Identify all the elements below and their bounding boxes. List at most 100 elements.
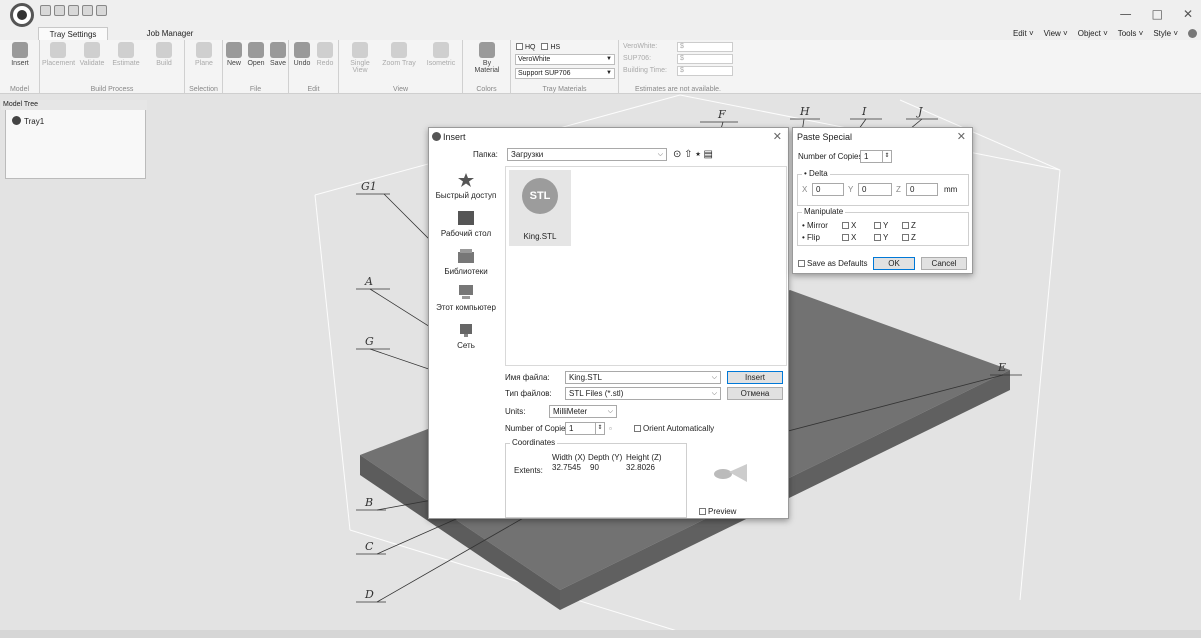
hs-checkbox[interactable] <box>541 43 549 50</box>
orient-label: Orient Automatically <box>643 424 715 433</box>
close-icon[interactable]: ✕ <box>773 130 782 143</box>
tab-tray-settings[interactable]: Tray Settings <box>38 27 108 40</box>
flip-label: Flip <box>807 233 820 242</box>
axis-label: Y <box>883 221 889 230</box>
build-icon <box>156 42 172 58</box>
stepper-arrows-icon[interactable]: ⇕ <box>882 151 891 162</box>
place-libraries[interactable]: Библиотеки <box>431 248 501 276</box>
mirror-label: Mirror <box>807 221 828 230</box>
tab-job-manager[interactable]: Job Manager <box>140 27 200 40</box>
save-defaults-checkbox[interactable] <box>798 260 805 267</box>
qat-tool-icon[interactable] <box>40 5 51 16</box>
paste-special-dialog: Paste Special ✕ Number of Copies 1 ⇕ • De… <box>792 127 973 274</box>
maximize-button[interactable]: □ <box>1152 7 1163 21</box>
delta-x-input[interactable]: 0 <box>812 183 844 196</box>
mirror-y-option[interactable]: Y <box>874 221 888 230</box>
flip-x-checkbox[interactable] <box>842 234 849 241</box>
mirror-z-checkbox[interactable] <box>902 222 909 229</box>
mirror-option[interactable]: • Mirror <box>802 221 828 230</box>
chevron-down-icon: ▼ <box>606 70 612 76</box>
place-network[interactable]: Сеть <box>431 322 501 350</box>
menu-edit[interactable]: Edit ˅ <box>1013 27 1034 40</box>
support-material-select[interactable]: Support SUP706 ▼ <box>515 68 615 79</box>
menu-tools[interactable]: Tools ˅ <box>1118 27 1144 40</box>
save-button[interactable]: Save <box>267 42 289 67</box>
close-icon[interactable]: ✕ <box>957 130 966 143</box>
insert-confirm-button[interactable]: Insert <box>727 371 783 384</box>
menu-view[interactable]: View ˅ <box>1044 27 1068 40</box>
flip-y-option[interactable]: Y <box>874 233 888 242</box>
delta-z-input[interactable]: 0 <box>906 183 938 196</box>
redo-button[interactable]: Redo <box>314 42 336 67</box>
delta-y-input[interactable]: 0 <box>858 183 892 196</box>
ribbon-group-label: Estimates are not available. <box>635 86 721 93</box>
flip-z-option[interactable]: Z <box>902 233 916 242</box>
preview-checkbox[interactable] <box>699 508 706 515</box>
mirror-y-checkbox[interactable] <box>874 222 881 229</box>
tree-item-tray[interactable]: Tray1 <box>12 116 44 126</box>
plane-button[interactable]: Plane <box>188 42 220 67</box>
filename-value: King.STL <box>569 373 602 382</box>
open-button[interactable]: Open <box>245 42 267 67</box>
place-this-pc[interactable]: Этот компьютер <box>431 284 501 312</box>
flip-y-checkbox[interactable] <box>874 234 881 241</box>
minimize-button[interactable]: — <box>1120 7 1132 21</box>
place-desktop[interactable]: Рабочий стол <box>431 210 501 238</box>
qat-tool-icon[interactable] <box>54 5 65 16</box>
file-list[interactable]: STL King.STL <box>505 166 787 366</box>
zoom-tray-button[interactable]: Zoom Tray <box>382 42 416 67</box>
new-button[interactable]: New <box>223 42 245 67</box>
redo-icon <box>317 42 333 58</box>
flip-x-option[interactable]: X <box>842 233 856 242</box>
build-button[interactable]: Build <box>148 42 180 67</box>
folder-select[interactable]: Загрузки ⌵ <box>507 148 667 161</box>
orient-option[interactable]: Orient Automatically <box>634 424 714 433</box>
undo-button[interactable]: Undo <box>291 42 313 67</box>
filename-label: Имя файла: <box>505 373 550 382</box>
folder-label: Папка: <box>473 150 498 159</box>
ok-button[interactable]: OK <box>873 257 915 270</box>
save-defaults-option[interactable]: Save as Defaults <box>798 259 867 268</box>
hq-checkbox[interactable] <box>516 43 523 50</box>
cancel-button[interactable]: Отмена <box>727 387 783 400</box>
qat-tool-icon[interactable] <box>68 5 79 16</box>
folder-nav-icons[interactable]: ⊙ ⇧ ⭑ ▤ <box>673 149 713 160</box>
support-material-value: Support SUP706 <box>518 70 571 77</box>
ps-cancel-button[interactable]: Cancel <box>921 257 967 270</box>
placement-button[interactable]: Placement <box>42 42 75 67</box>
help-icon[interactable] <box>1188 29 1197 38</box>
place-label: Сеть <box>457 341 475 350</box>
mirror-z-option[interactable]: Z <box>902 221 916 230</box>
copies-stepper[interactable]: 1 ⇕ <box>565 422 605 435</box>
stepper-arrows-icon[interactable]: ⇕ <box>595 423 604 434</box>
qat-tool-icon[interactable] <box>82 5 93 16</box>
place-quick-access[interactable]: Быстрый доступ <box>431 172 501 200</box>
isometric-button[interactable]: Isometric <box>423 42 459 67</box>
by-material-button[interactable]: By Material <box>471 42 503 74</box>
app-logo-icon[interactable] <box>10 3 34 27</box>
ps-copies-stepper[interactable]: 1 ⇕ <box>860 150 892 163</box>
close-button[interactable]: ✕ <box>1183 7 1193 21</box>
preview-option[interactable]: Preview <box>699 507 736 516</box>
qat-tool-icon[interactable] <box>96 5 107 16</box>
model-material-value: VeroWhite <box>518 56 551 63</box>
filetype-select[interactable]: STL Files (*.stl) ⌵ <box>565 387 721 400</box>
flip-option[interactable]: • Flip <box>802 233 820 242</box>
mirror-x-option[interactable]: X <box>842 221 856 230</box>
orient-checkbox[interactable] <box>634 425 641 432</box>
single-view-button[interactable]: Single View <box>343 42 377 74</box>
filename-input[interactable]: King.STL ⌵ <box>565 371 721 384</box>
menu-style[interactable]: Style ˅ <box>1153 27 1178 40</box>
model-material-select[interactable]: VeroWhite ▼ <box>515 54 615 65</box>
flip-z-checkbox[interactable] <box>902 234 909 241</box>
menu-object[interactable]: Object ˅ <box>1078 27 1108 40</box>
file-item[interactable]: STL King.STL <box>509 170 571 246</box>
estimate-button[interactable]: Estimate <box>110 42 142 67</box>
units-select[interactable]: MilliMeter ⌵ <box>549 405 617 418</box>
mirror-x-checkbox[interactable] <box>842 222 849 229</box>
ribbon-group-model: Insert Model <box>0 40 40 94</box>
insert-button[interactable]: Insert <box>4 42 36 67</box>
validate-button[interactable]: Validate <box>76 42 108 67</box>
app-icon <box>432 132 441 141</box>
ribbon-group-view: Single View Zoom Tray Isometric View <box>339 40 463 94</box>
